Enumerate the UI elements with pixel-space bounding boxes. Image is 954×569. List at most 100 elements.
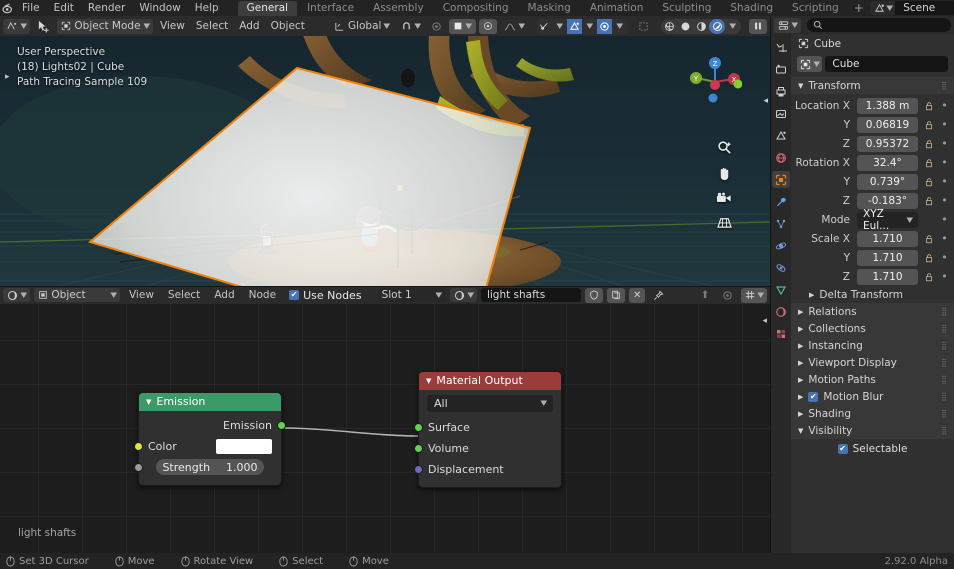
transform-value-9[interactable]: 1.710 bbox=[857, 268, 918, 285]
expand-triangle-icon[interactable]: ▶ bbox=[798, 376, 803, 384]
selectable-checkbox[interactable]: ✔ bbox=[837, 444, 848, 454]
snap-target-icon[interactable] bbox=[478, 18, 497, 34]
expand-triangle-icon[interactable]: ▶ bbox=[798, 342, 803, 350]
properties-tab-physics[interactable] bbox=[772, 237, 790, 254]
camera-view-icon[interactable] bbox=[716, 192, 732, 205]
node-menu-add[interactable]: Add bbox=[209, 289, 239, 301]
object-name-field[interactable]: Cube bbox=[825, 56, 948, 72]
properties-tab-tool[interactable] bbox=[772, 39, 790, 56]
falloff-curve-icon[interactable]: ▼ bbox=[499, 18, 528, 34]
properties-tab-output[interactable] bbox=[772, 83, 790, 100]
panel-motion-paths[interactable]: ▶ Motion Paths ⣿ bbox=[791, 371, 954, 388]
socket-volume-in[interactable] bbox=[414, 443, 423, 453]
animate-dot-5[interactable]: • bbox=[939, 195, 950, 206]
editor-type-properties-icon[interactable]: ▼ bbox=[774, 17, 802, 33]
properties-tab-object[interactable] bbox=[772, 171, 790, 188]
proportional-editing-icon[interactable] bbox=[427, 18, 447, 34]
viewport-menu-view[interactable]: View bbox=[155, 18, 189, 34]
collapse-triangle-icon[interactable]: ▼ bbox=[146, 398, 151, 406]
node-menu-node[interactable]: Node bbox=[244, 289, 281, 301]
pan-hand-icon[interactable] bbox=[717, 166, 732, 181]
transform-value-3[interactable]: 32.4° bbox=[857, 154, 918, 171]
use-nodes-checkbox[interactable]: ✔ bbox=[289, 290, 300, 300]
lock-icon-9[interactable] bbox=[922, 272, 935, 282]
cursor-tool-icon[interactable] bbox=[33, 18, 55, 34]
material-name-field[interactable]: light shafts bbox=[480, 288, 581, 302]
workspace-tab-animation[interactable]: Animation bbox=[581, 1, 653, 16]
x-icon[interactable]: ✕ bbox=[628, 287, 646, 303]
shading-material-preview-icon[interactable] bbox=[693, 19, 709, 34]
animate-dot-9[interactable]: • bbox=[939, 271, 950, 282]
zoom-icon[interactable] bbox=[717, 140, 732, 155]
shader-type-dropdown[interactable]: Object ▼ bbox=[34, 288, 120, 302]
object-type-icon[interactable]: ▼ bbox=[797, 56, 823, 72]
pause-render-icon[interactable] bbox=[749, 18, 767, 34]
panel-relations[interactable]: ▶ Relations ⣿ bbox=[791, 303, 954, 320]
add-workspace-button[interactable]: + bbox=[848, 1, 870, 15]
xray-caret[interactable]: ▼ bbox=[612, 19, 627, 34]
workspace-tab-general[interactable]: General bbox=[237, 0, 298, 16]
workspace-tab-compositing[interactable]: Compositing bbox=[434, 1, 518, 16]
viewport-menu-select[interactable]: Select bbox=[191, 18, 233, 34]
menu-window[interactable]: Window bbox=[132, 1, 187, 15]
color-swatch-field[interactable] bbox=[216, 438, 272, 454]
grid-snap-icon[interactable]: ▼ bbox=[740, 287, 767, 303]
material-slot-dropdown[interactable]: Slot 1 ▼ bbox=[377, 288, 446, 302]
expand-triangle-icon[interactable]: ▶ bbox=[798, 410, 803, 418]
toggle-xray-icon[interactable] bbox=[634, 18, 653, 34]
scene-icon[interactable]: ▼ bbox=[869, 1, 896, 15]
animate-dot-2[interactable]: • bbox=[939, 138, 950, 149]
transform-value-4[interactable]: 0.739° bbox=[857, 173, 918, 190]
socket-displacement-in[interactable] bbox=[414, 464, 423, 474]
menu-edit[interactable]: Edit bbox=[47, 1, 81, 15]
blender-logo-icon[interactable] bbox=[2, 1, 15, 15]
panel-visibility[interactable]: ▼ Visibility ⣿ bbox=[791, 422, 954, 439]
lock-icon-0[interactable] bbox=[922, 101, 935, 111]
properties-tab-material[interactable] bbox=[772, 303, 790, 320]
properties-search-input[interactable] bbox=[807, 18, 951, 32]
properties-tab-render[interactable] bbox=[772, 61, 790, 78]
strength-number-field[interactable]: Strength 1.000 bbox=[156, 459, 264, 475]
viewport-3d[interactable]: 12369 ▸ User Perspective (18) Lights02 |… bbox=[0, 36, 770, 286]
animate-dot-4[interactable]: • bbox=[939, 176, 950, 187]
use-nodes-toggle[interactable]: ✔ Use Nodes bbox=[289, 289, 362, 302]
expand-triangle-icon[interactable]: ▼ bbox=[798, 82, 803, 90]
socket-surface-in[interactable] bbox=[414, 422, 423, 432]
scene-name[interactable]: Scene bbox=[895, 1, 954, 15]
properties-tab-data[interactable] bbox=[772, 281, 790, 298]
expand-triangle-icon[interactable]: ▼ bbox=[798, 427, 803, 435]
pivot-point-icon[interactable]: ▼ bbox=[449, 18, 476, 34]
socket-emission-out[interactable] bbox=[277, 420, 286, 430]
properties-tab-particles[interactable] bbox=[772, 215, 790, 232]
expand-triangle-icon[interactable]: ▶ bbox=[809, 291, 814, 299]
proportional-icon[interactable] bbox=[717, 287, 737, 303]
node-sidebar-toggle[interactable]: ◂ bbox=[762, 316, 767, 326]
properties-tab-view-layer[interactable] bbox=[772, 105, 790, 122]
lock-icon-1[interactable] bbox=[922, 120, 935, 130]
animate-dot-7[interactable]: • bbox=[939, 233, 950, 244]
transform-value-6[interactable]: XYZ Eul... ▼ bbox=[857, 208, 918, 232]
node-menu-view[interactable]: View bbox=[124, 289, 159, 301]
node-menu-select[interactable]: Select bbox=[163, 289, 205, 301]
node-emission-header[interactable]: ▼ Emission bbox=[139, 392, 281, 411]
properties-tab-modifiers[interactable] bbox=[772, 193, 790, 210]
xray-icon[interactable] bbox=[597, 18, 612, 34]
socket-strength-in[interactable] bbox=[134, 462, 143, 472]
transform-value-2[interactable]: 0.95372 bbox=[857, 135, 918, 152]
lock-icon-2[interactable] bbox=[922, 139, 935, 149]
snap-icon[interactable]: ⬆ bbox=[696, 287, 714, 303]
lock-icon-5[interactable] bbox=[922, 196, 935, 206]
shading-solid-icon[interactable] bbox=[677, 19, 693, 34]
gizmo-icon[interactable] bbox=[537, 19, 552, 34]
shading-wireframe-icon[interactable] bbox=[661, 19, 677, 34]
editor-type-shader-icon[interactable]: ▼ bbox=[3, 288, 31, 302]
viewport-sidebar-toggle-right[interactable]: ◂ bbox=[763, 96, 768, 106]
expand-triangle-icon[interactable]: ▶ bbox=[798, 359, 803, 367]
visibility-selectable-row[interactable]: ✔ Selectable bbox=[791, 439, 954, 455]
workspace-tab-sculpting[interactable]: Sculpting bbox=[653, 1, 720, 16]
shading-rendered-icon[interactable] bbox=[709, 18, 725, 34]
animate-dot-8[interactable]: • bbox=[939, 252, 950, 263]
transform-value-0[interactable]: 1.388 m bbox=[857, 97, 918, 114]
collapse-triangle-icon[interactable]: ▼ bbox=[426, 377, 431, 385]
expand-triangle-icon[interactable]: ▶ bbox=[798, 308, 803, 316]
